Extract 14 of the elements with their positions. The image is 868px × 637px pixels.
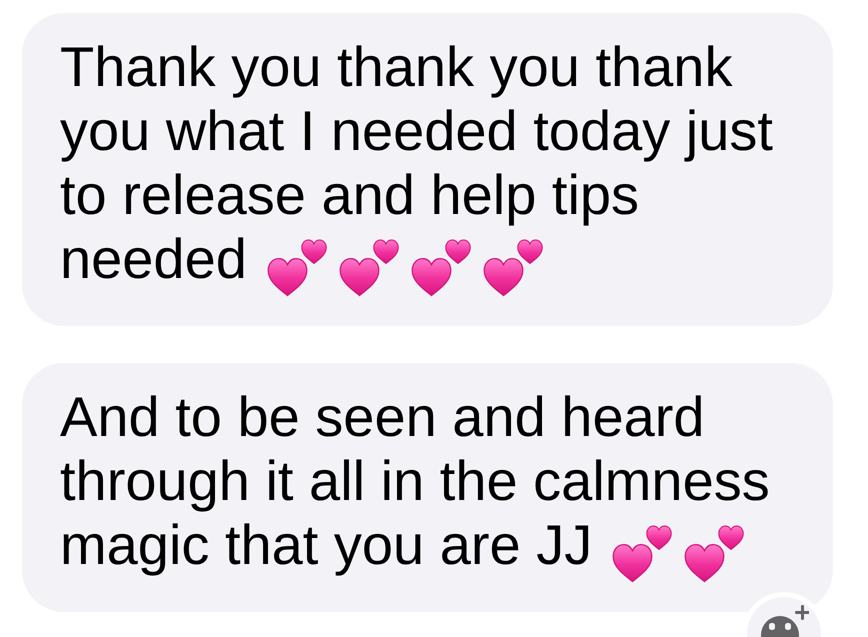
hearts-icon	[266, 239, 327, 299]
hearts-icon	[338, 239, 399, 299]
hearts-icon	[410, 239, 471, 299]
hearts-icon	[482, 239, 543, 299]
message-line: you what I needed today just	[60, 99, 773, 162]
face-plus-icon	[759, 603, 809, 637]
message-line: Thank you thank you thank	[60, 35, 732, 98]
message-line: needed	[60, 227, 247, 290]
hearts-icon	[612, 525, 672, 585]
message-line: And to be seen and heard	[60, 385, 705, 448]
hearts-icon	[684, 525, 744, 585]
message-line: through it all in the calmness	[60, 449, 770, 512]
message-line: magic that you are JJ	[60, 513, 592, 576]
message-line: to release and help tips	[60, 163, 640, 226]
